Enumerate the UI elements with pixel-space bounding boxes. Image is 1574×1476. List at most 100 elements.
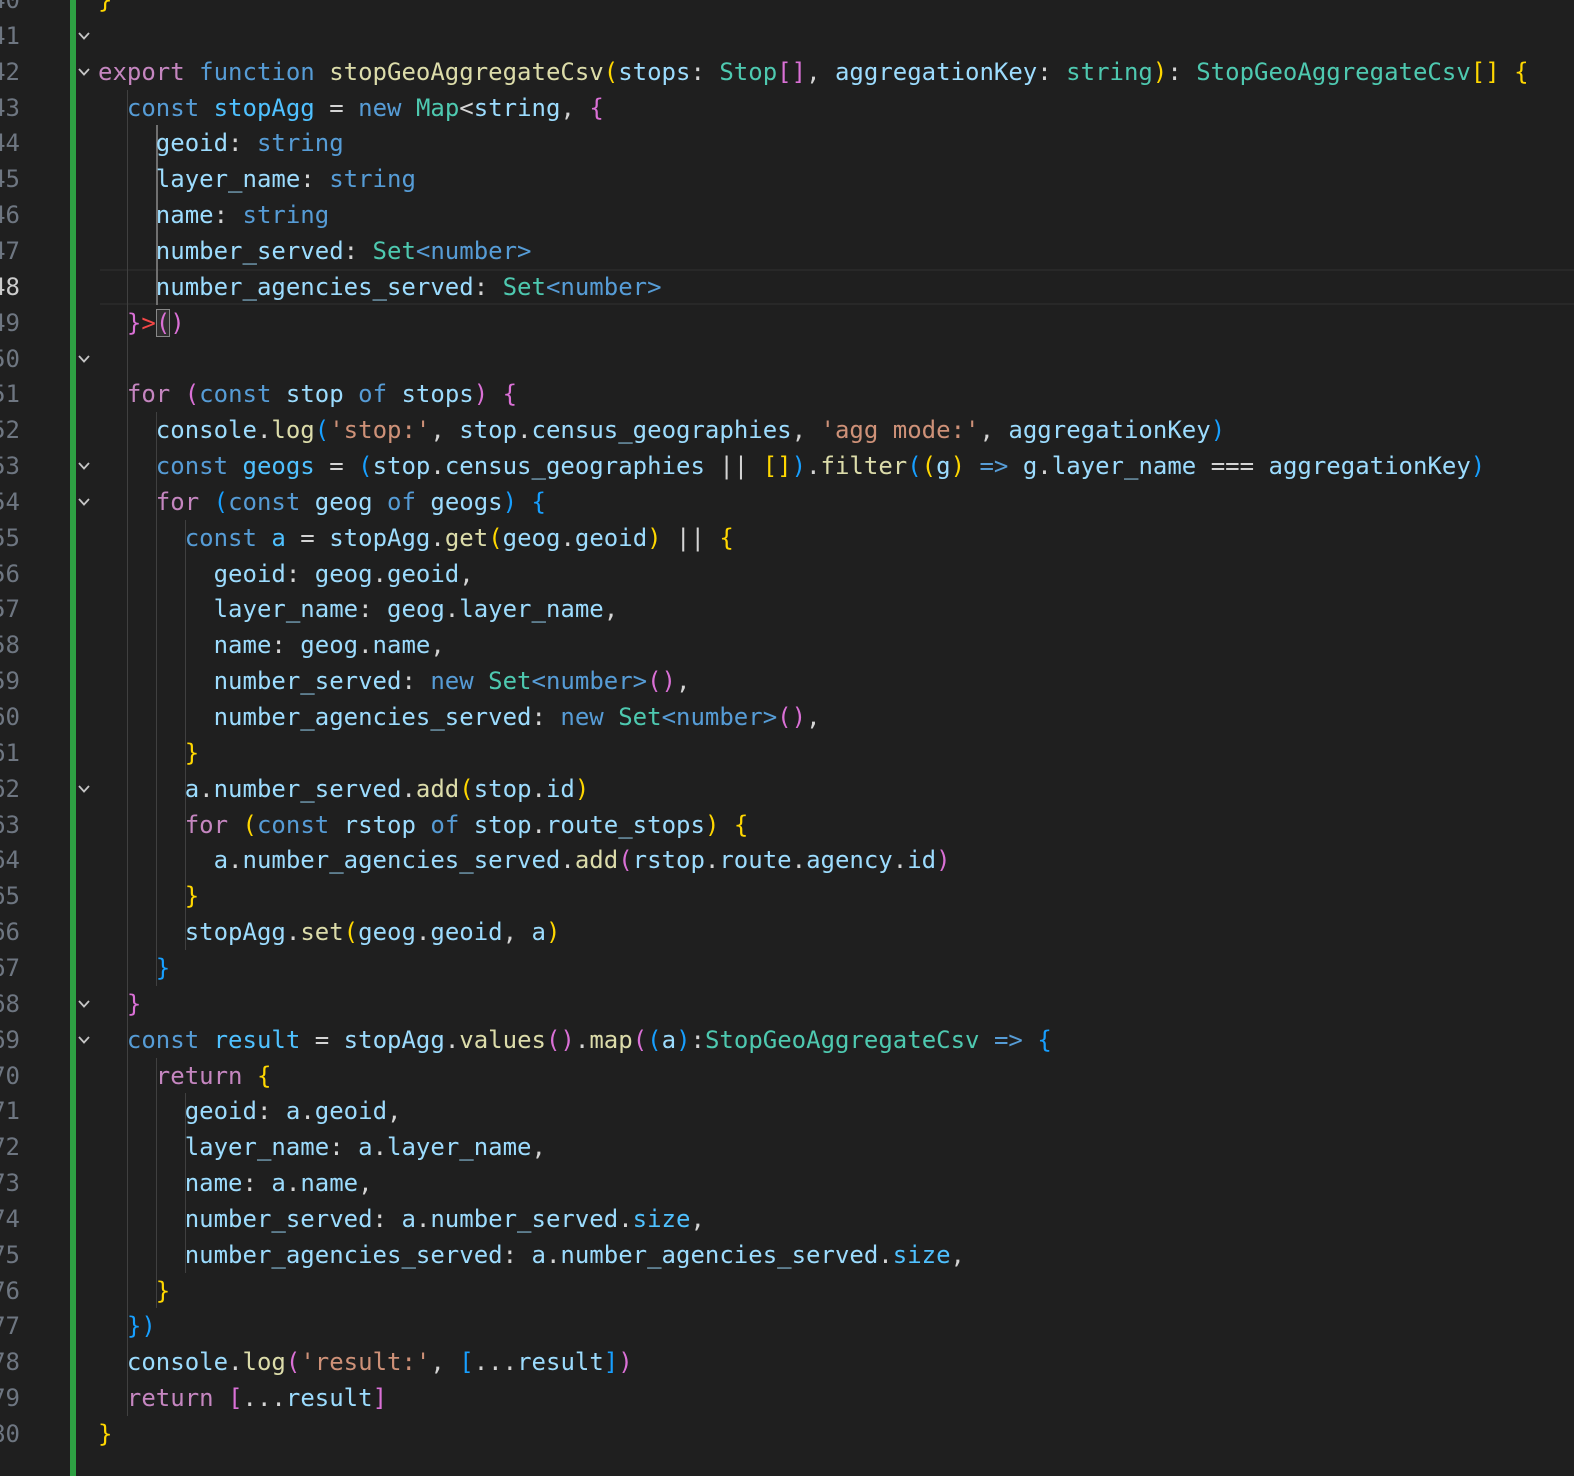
line-number-gutter[interactable]: 4041424344454647484950515253545556575859… xyxy=(0,0,70,1476)
line-number[interactable]: 57 xyxy=(0,591,20,627)
line-number[interactable]: 43 xyxy=(0,90,20,126)
line-number[interactable]: 44 xyxy=(0,125,20,161)
line-number[interactable]: 41 xyxy=(0,18,20,54)
fold-chevron-icon[interactable] xyxy=(77,54,91,90)
line-number[interactable]: 73 xyxy=(0,1165,20,1201)
line-number[interactable]: 71 xyxy=(0,1093,20,1129)
code-line[interactable]: export function stopGeoAggregateCsv(stop… xyxy=(98,54,1529,90)
line-number[interactable]: 61 xyxy=(0,735,20,771)
code-editor[interactable]: 4041424344454647484950515253545556575859… xyxy=(0,0,1574,1476)
code-token: } xyxy=(155,1276,171,1305)
code-line[interactable]: number_served: a.number_served.size, xyxy=(98,1201,705,1237)
line-number[interactable]: 53 xyxy=(0,448,20,484)
code-line[interactable]: } xyxy=(98,0,112,18)
code-line[interactable]: console.log('stop:', stop.census_geograp… xyxy=(98,412,1225,448)
line-number[interactable]: 79 xyxy=(0,1380,20,1416)
code-line[interactable]: for (const stop of stops) { xyxy=(98,376,517,412)
code-line[interactable]: for (const rstop of stop.route_stops) { xyxy=(98,807,749,843)
fold-chevron-icon[interactable] xyxy=(77,986,91,1022)
code-line[interactable]: } xyxy=(98,1416,112,1452)
code-line[interactable]: name: geog.name, xyxy=(98,627,445,663)
code-line[interactable]: return { xyxy=(98,1058,272,1094)
code-token: . xyxy=(358,631,373,660)
code-token: = xyxy=(300,1025,344,1054)
code-line[interactable]: } xyxy=(98,1273,170,1309)
line-number[interactable]: 75 xyxy=(0,1237,20,1273)
line-number[interactable]: 54 xyxy=(0,484,20,520)
code-line[interactable]: number_agencies_served: a.number_agencie… xyxy=(98,1237,965,1273)
line-number[interactable]: 50 xyxy=(0,341,20,377)
code-token: . xyxy=(1037,452,1052,481)
code-line[interactable]: const geogs = (stop.census_geographies |… xyxy=(98,448,1485,484)
code-line[interactable]: const stopAgg = new Map<string, { xyxy=(98,90,604,126)
line-number[interactable]: 46 xyxy=(0,197,20,233)
code-line[interactable]: }) xyxy=(98,1308,156,1344)
line-number[interactable]: 70 xyxy=(0,1058,20,1094)
fold-chevron-icon[interactable] xyxy=(77,341,91,377)
line-number[interactable]: 52 xyxy=(0,412,20,448)
line-number[interactable]: 78 xyxy=(0,1344,20,1380)
fold-chevron-icon[interactable] xyxy=(77,484,91,520)
line-number[interactable]: 40 xyxy=(0,0,20,18)
code-line[interactable]: } xyxy=(98,735,199,771)
line-number[interactable]: 69 xyxy=(0,1022,20,1058)
line-number[interactable]: 72 xyxy=(0,1129,20,1165)
line-number[interactable]: 74 xyxy=(0,1201,20,1237)
line-number[interactable]: 56 xyxy=(0,556,20,592)
code-line[interactable]: }>() xyxy=(98,305,185,341)
line-number[interactable]: 59 xyxy=(0,663,20,699)
code-line[interactable]: geoid: string xyxy=(98,125,344,161)
code-line[interactable]: } xyxy=(98,878,199,914)
code-line[interactable]: number_agencies_served: new Set<number>(… xyxy=(98,699,821,735)
git-added-indicator[interactable] xyxy=(70,0,76,1476)
code-line[interactable]: layer_name: geog.layer_name, xyxy=(98,591,619,627)
line-number[interactable]: 49 xyxy=(0,305,20,341)
code-line[interactable]: console.log('result:', [...result]) xyxy=(98,1344,633,1380)
line-number[interactable]: 67 xyxy=(0,950,20,986)
line-number[interactable]: 45 xyxy=(0,161,20,197)
line-number[interactable]: 60 xyxy=(0,699,20,735)
code-line[interactable]: geoid: geog.geoid, xyxy=(98,556,474,592)
code-line[interactable]: number_served: Set<number> xyxy=(98,233,532,269)
line-number[interactable]: 65 xyxy=(0,878,20,914)
code-line[interactable]: layer_name: a.layer_name, xyxy=(98,1129,546,1165)
line-number[interactable]: 77 xyxy=(0,1308,20,1344)
line-number[interactable]: 76 xyxy=(0,1273,20,1309)
code-line[interactable]: geoid: a.geoid, xyxy=(98,1093,402,1129)
fold-chevron-icon[interactable] xyxy=(77,448,91,484)
line-number[interactable]: 47 xyxy=(0,233,20,269)
line-number[interactable]: 68 xyxy=(0,986,20,1022)
line-number[interactable]: 64 xyxy=(0,842,20,878)
code-line[interactable]: number_served: new Set<number>(), xyxy=(98,663,691,699)
code-token: name xyxy=(300,1169,359,1198)
fold-chevron-icon[interactable] xyxy=(77,18,91,54)
code-line[interactable]: a.number_agencies_served.add(rstop.route… xyxy=(98,842,951,878)
line-number[interactable]: 80 xyxy=(0,1416,20,1452)
code-line[interactable]: name: string xyxy=(98,197,329,233)
fold-chevron-icon[interactable] xyxy=(77,771,91,807)
code-token: : xyxy=(343,236,373,265)
line-number[interactable]: 62 xyxy=(0,771,20,807)
code-line[interactable]: for (const geog of geogs) { xyxy=(98,484,546,520)
line-number[interactable]: 42 xyxy=(0,54,20,90)
line-number[interactable]: 66 xyxy=(0,914,20,950)
line-number[interactable]: 48 xyxy=(0,269,20,305)
code-line[interactable]: name: a.name, xyxy=(98,1165,373,1201)
fold-chevron-icon[interactable] xyxy=(77,1022,91,1058)
code-line[interactable]: } xyxy=(98,986,141,1022)
line-number[interactable]: 55 xyxy=(0,520,20,556)
code-line[interactable]: a.number_served.add(stop.id) xyxy=(98,771,590,807)
line-number[interactable]: 63 xyxy=(0,807,20,843)
code-line[interactable]: stopAgg.set(geog.geoid, a) xyxy=(98,914,561,950)
code-line[interactable]: return [...result] xyxy=(98,1380,387,1416)
code-line[interactable]: const a = stopAgg.get(geog.geoid) || { xyxy=(98,520,734,556)
code-line[interactable]: const result = stopAgg.values().map((a):… xyxy=(98,1022,1052,1058)
line-number[interactable]: 58 xyxy=(0,627,20,663)
code-line[interactable]: number_agencies_served: Set<number> xyxy=(98,269,662,305)
line-number[interactable]: 51 xyxy=(0,376,20,412)
code-line[interactable]: layer_name: string xyxy=(98,161,416,197)
code-line[interactable]: } xyxy=(98,950,170,986)
code-token: stopGeoAggregateCsv xyxy=(329,57,604,86)
